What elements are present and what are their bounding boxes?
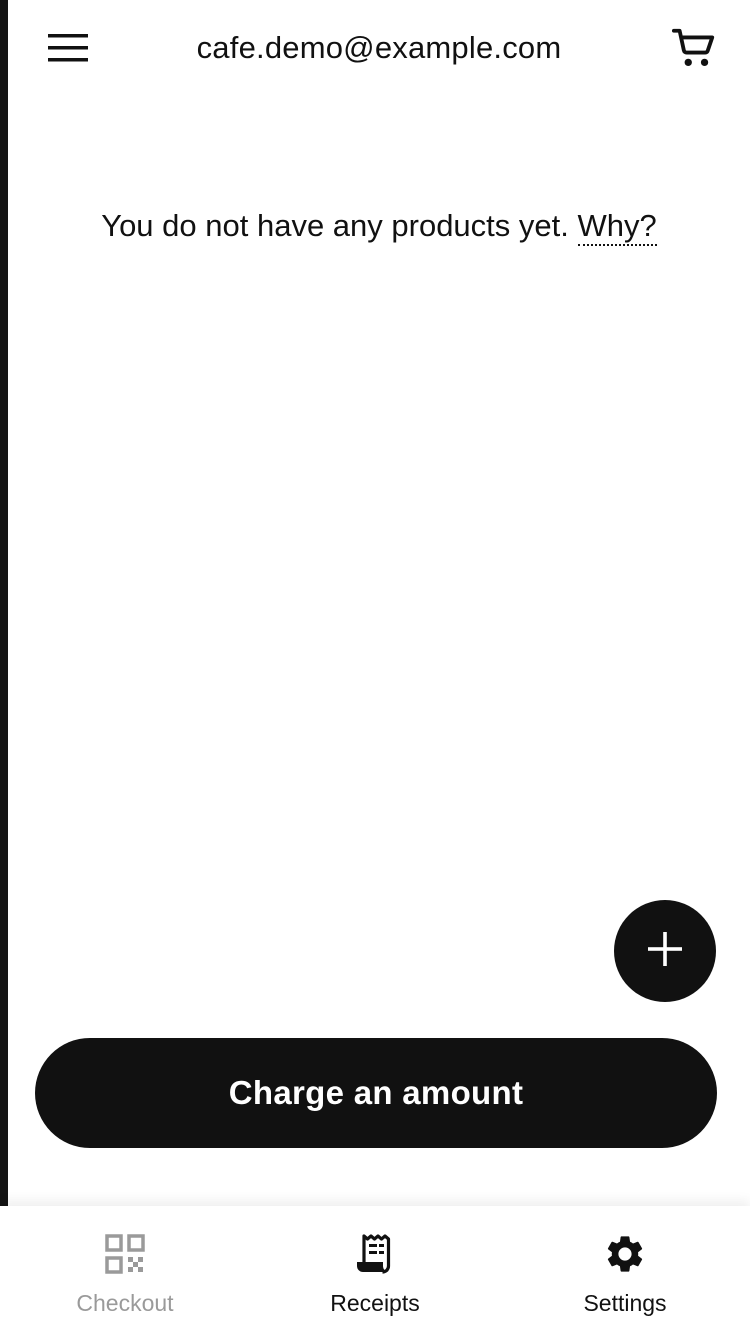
receipt-icon (351, 1230, 399, 1278)
cart-button[interactable] (668, 24, 720, 76)
empty-products-text: You do not have any products yet. (101, 208, 569, 243)
qr-code-icon (101, 1230, 149, 1278)
nav-item-checkout[interactable]: Checkout (0, 1206, 250, 1334)
menu-button[interactable] (44, 28, 92, 72)
add-product-button[interactable] (614, 900, 716, 1002)
nav-item-settings[interactable]: Settings (500, 1206, 750, 1334)
account-email-title: cafe.demo@example.com (196, 30, 562, 65)
app-screen: cafe.demo@example.com You do not have an… (0, 0, 750, 1334)
top-app-bar: cafe.demo@example.com (8, 0, 750, 100)
left-edge-bar (0, 0, 8, 1206)
charge-amount-button[interactable]: Charge an amount (35, 1038, 717, 1148)
hamburger-menu-icon (48, 33, 88, 67)
why-link[interactable]: Why? (577, 208, 657, 246)
shopping-cart-icon (671, 25, 717, 76)
empty-products-message: You do not have any products yet. Why? (8, 208, 750, 246)
nav-label-receipts: Receipts (330, 1290, 420, 1316)
plus-icon (648, 931, 682, 971)
nav-label-settings: Settings (583, 1290, 667, 1316)
nav-item-receipts[interactable]: Receipts (250, 1206, 500, 1334)
gear-icon (601, 1230, 649, 1278)
nav-label-checkout: Checkout (76, 1290, 174, 1316)
bottom-navigation: Checkout Receipts Settings (0, 1206, 750, 1334)
